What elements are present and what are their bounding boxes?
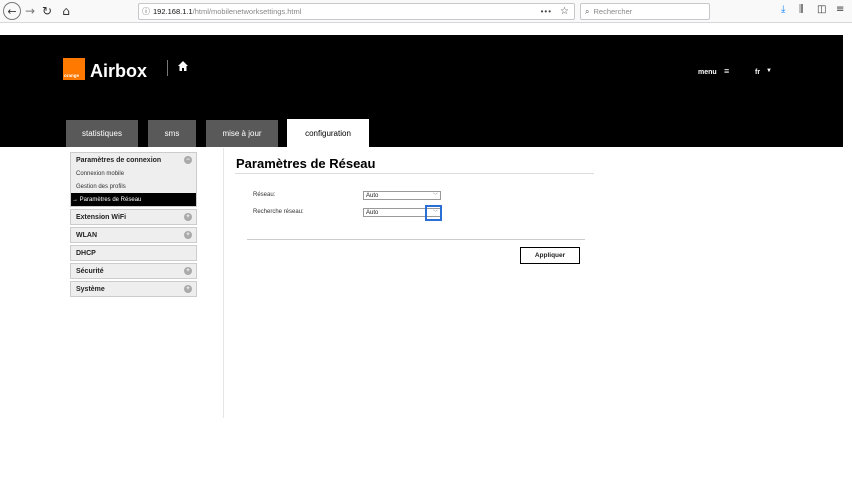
recherche-reseau-label: Recherche réseau: bbox=[253, 209, 304, 215]
url-host: 192.168.1.1 bbox=[153, 7, 193, 16]
sidebar-group-dhcp: DHCP bbox=[70, 245, 197, 261]
sidebar-item-parametres-connexion[interactable]: Paramètres de connexion − bbox=[71, 153, 196, 167]
forward-icon[interactable]: → bbox=[23, 2, 37, 20]
browser-toolbar: ← → ↻ ⌂ ⓘ 192.168.1.1 /html/mobilenetwor… bbox=[0, 0, 852, 23]
expand-icon[interactable]: + bbox=[184, 213, 192, 221]
sidebar-item-extension-wifi[interactable]: Extension WiFi + bbox=[71, 210, 196, 224]
divider bbox=[167, 60, 168, 76]
sidebar-group-systeme: Système + bbox=[70, 281, 197, 297]
sidebar-item-wlan[interactable]: WLAN + bbox=[71, 228, 196, 242]
url-path: /html/mobilenetworksettings.html bbox=[192, 7, 302, 16]
library-icon[interactable]: ⫼ bbox=[799, 4, 804, 15]
collapse-icon[interactable]: − bbox=[184, 156, 192, 164]
search-icon: ⌕ bbox=[585, 6, 590, 16]
chevron-down-icon: ﹀ bbox=[432, 193, 438, 199]
reseau-label: Réseau: bbox=[253, 192, 276, 198]
apply-button[interactable]: Appliquer bbox=[520, 247, 580, 264]
sidebar-subitem-connexion-mobile[interactable]: Connexion mobile bbox=[71, 167, 196, 180]
search-placeholder: Rechercher bbox=[593, 7, 633, 16]
sidebar: Paramètres de connexion − Connexion mobi… bbox=[70, 152, 197, 299]
tab-sms[interactable]: sms bbox=[148, 120, 196, 147]
orange-logo[interactable]: orange bbox=[63, 58, 85, 80]
recherche-reseau-select-value: Auto bbox=[366, 209, 379, 216]
sidebar-subitem-gestion-profils[interactable]: Gestion des profils bbox=[71, 180, 196, 193]
search-input[interactable]: ⌕ Rechercher bbox=[580, 3, 710, 20]
menu-icon[interactable]: ≡ bbox=[836, 4, 844, 15]
page-title: Paramètres de Réseau bbox=[236, 156, 376, 171]
home-icon[interactable] bbox=[178, 61, 188, 71]
reseau-select[interactable]: Auto ﹀ bbox=[363, 191, 441, 200]
sidebar-icon[interactable]: ◫ bbox=[817, 4, 826, 15]
url-bar[interactable]: ⓘ 192.168.1.1 /html/mobilenetworksetting… bbox=[138, 3, 575, 20]
bookmark-star-icon[interactable]: ☆ bbox=[560, 6, 569, 17]
home-icon[interactable]: ⌂ bbox=[59, 2, 73, 20]
caret-down-icon: ▼ bbox=[766, 68, 772, 74]
sidebar-group-wlan: WLAN + bbox=[70, 227, 197, 243]
language-selector[interactable]: fr bbox=[755, 69, 760, 76]
content-divider bbox=[223, 148, 224, 418]
download-icon[interactable]: ⤓ bbox=[781, 4, 785, 15]
tab-statistiques[interactable]: statistiques bbox=[66, 120, 138, 147]
sidebar-group-connexion: Paramètres de connexion − Connexion mobi… bbox=[70, 152, 197, 207]
sidebar-item-securite[interactable]: Sécurité + bbox=[71, 264, 196, 278]
reseau-select-value: Auto bbox=[366, 192, 379, 199]
page-actions-icon[interactable]: ••• bbox=[541, 7, 552, 16]
reload-icon[interactable]: ↻ bbox=[40, 2, 54, 20]
focus-highlight bbox=[425, 205, 442, 221]
hamburger-icon[interactable]: ≡ bbox=[724, 66, 729, 76]
expand-icon[interactable]: + bbox=[184, 231, 192, 239]
sidebar-subitem-parametres-reseau[interactable]: → Paramètres de Réseau bbox=[71, 193, 196, 206]
expand-icon[interactable]: + bbox=[184, 285, 192, 293]
menu-label[interactable]: menu bbox=[698, 69, 717, 76]
form-separator bbox=[247, 239, 585, 240]
sidebar-group-extension-wifi: Extension WiFi + bbox=[70, 209, 197, 225]
sidebar-item-dhcp[interactable]: DHCP bbox=[71, 246, 196, 260]
info-icon[interactable]: ⓘ bbox=[139, 6, 153, 17]
brand-name: Airbox bbox=[90, 61, 148, 81]
tab-mise-a-jour[interactable]: mise à jour bbox=[206, 120, 278, 147]
sidebar-group-securite: Sécurité + bbox=[70, 263, 197, 279]
expand-icon[interactable]: + bbox=[184, 267, 192, 275]
tab-configuration[interactable]: configuration bbox=[287, 119, 369, 148]
site-header: orange Airbox menu ≡ fr ▼ statistiques s… bbox=[0, 35, 843, 148]
sidebar-item-systeme[interactable]: Système + bbox=[71, 282, 196, 296]
title-underline bbox=[235, 173, 594, 174]
back-icon[interactable]: ← bbox=[3, 2, 21, 20]
